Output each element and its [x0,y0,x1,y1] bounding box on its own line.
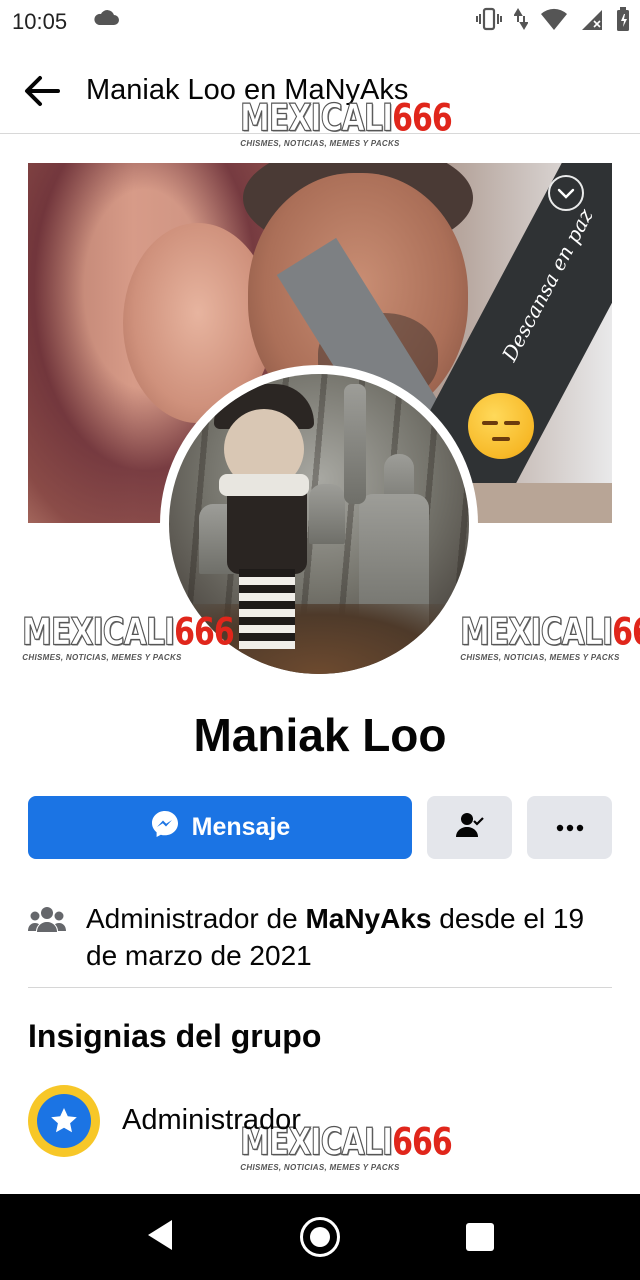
badge-label-admin: Administrador [122,1104,301,1136]
girl-scarf [219,474,309,496]
admin-since-text: Administrador de MaNyAks desde el 19 de … [86,903,585,971]
statue [344,384,366,504]
message-button-label: Mensaje [191,813,291,841]
status-icons [476,6,630,37]
watermark-left: MEXICALI666 CHISMES, NOTICIAS, MEMES Y P… [21,610,234,662]
wifi-icon [540,6,568,37]
sad-face-emoji-icon [468,393,534,459]
admin-star-icon [28,1085,100,1157]
badges-section-title: Insignias del grupo [28,1018,322,1054]
data-arrows-icon [513,6,529,37]
chevron-down-icon [548,175,584,211]
vibrate-icon [476,6,502,37]
messenger-icon [150,809,180,846]
nav-back-icon[interactable] [146,1218,174,1257]
tombstone [309,484,345,544]
person-check-icon [454,809,486,846]
more-horizontal-icon [556,819,584,837]
profile-name: Maniak Loo [193,709,447,761]
girl-legs [239,569,295,649]
friend-status-button[interactable] [427,796,512,859]
cloud-icon [92,8,120,33]
status-time: 10:05 [12,9,68,34]
battery-icon [616,6,630,37]
nav-home-icon[interactable] [300,1217,340,1257]
signal-icon [580,6,604,37]
divider [28,987,612,988]
android-nav-bar [0,1194,640,1280]
group-icon [28,904,66,941]
status-bar: 10:05 [0,0,640,44]
more-options-button[interactable] [527,796,612,859]
group-name-link[interactable]: MaNyAks [305,903,431,934]
nav-recents-icon[interactable] [466,1223,494,1251]
message-button[interactable]: Mensaje [28,796,412,859]
watermark-right: MEXICALI666 CHISMES, NOTICIAS, MEMES Y P… [459,610,640,662]
watermark-top: MEXICALI666 CHISMES, NOTICIAS, MEMES Y P… [239,96,452,148]
arrow-left-icon[interactable] [20,69,64,113]
